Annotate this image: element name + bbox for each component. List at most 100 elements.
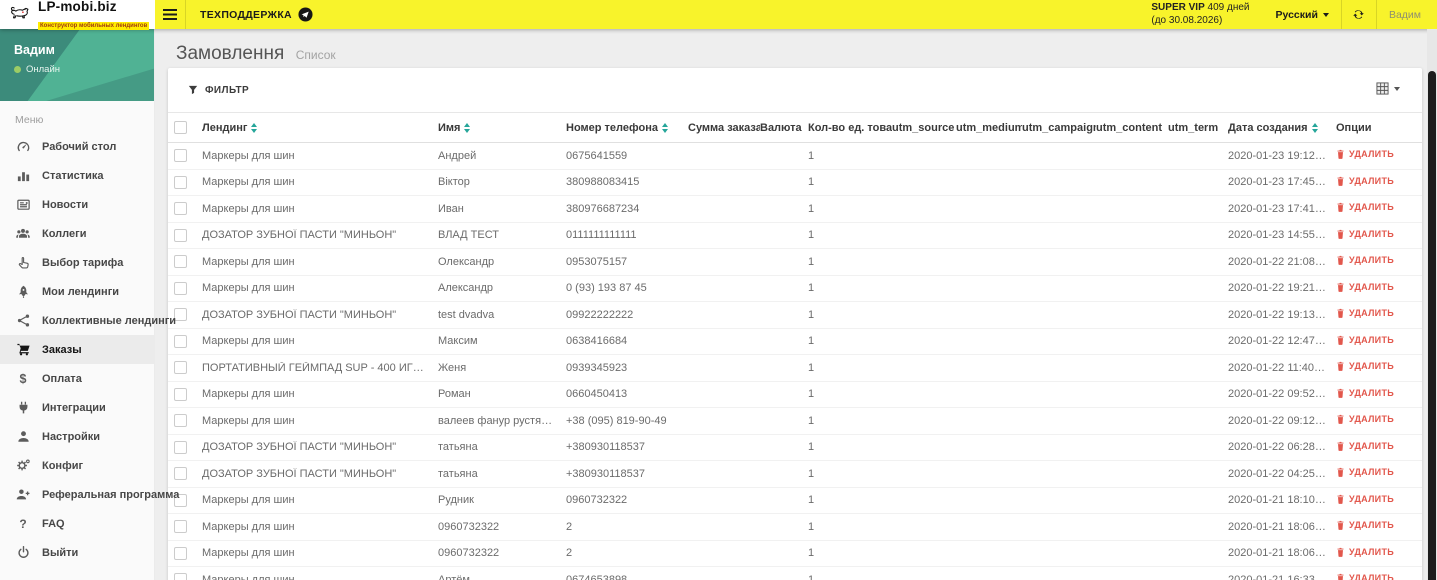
filter-button[interactable]: ФИЛЬТР xyxy=(188,85,249,96)
cell-created: 2020-01-22 04:25:31 xyxy=(1228,467,1331,480)
sidebar-item-faq[interactable]: ? FAQ xyxy=(0,509,154,538)
cell-phone: +38 (095) 819-90-49 xyxy=(566,414,667,427)
sidebar-item-referral[interactable]: Реферальная программа xyxy=(0,480,179,509)
logo[interactable]: LP-mobi.biz Конструктор мобильных лендин… xyxy=(0,0,155,30)
delete-button[interactable]: УДАЛИТЬ xyxy=(1336,441,1394,451)
sidebar-item-my-landings[interactable]: Мои лендинги xyxy=(0,277,154,306)
row-checkbox[interactable] xyxy=(174,175,187,189)
column-header-utm_source: utm_source xyxy=(892,121,955,134)
sidebar-item-stats[interactable]: Статистика xyxy=(0,161,154,190)
sidebar-item-dashboard[interactable]: Рабочий стол xyxy=(0,132,154,161)
sort-icon xyxy=(661,122,668,133)
cell-landing: ДОЗАТОР ЗУБНОЇ ПАСТИ "МИНЬОН" xyxy=(202,229,397,242)
delete-button[interactable]: УДАЛИТЬ xyxy=(1336,547,1394,557)
delete-button[interactable]: УДАЛИТЬ xyxy=(1336,308,1394,318)
row-checkbox[interactable] xyxy=(174,440,187,454)
row-checkbox[interactable] xyxy=(174,520,187,534)
sidebar-item-settings[interactable]: Настройки xyxy=(0,422,154,451)
cell-name: Віктор xyxy=(438,176,470,189)
row-checkbox[interactable] xyxy=(174,573,187,580)
cell-name: test dvadva xyxy=(438,308,495,321)
cell-options: УДАЛИТЬ xyxy=(1336,229,1422,242)
row-checkbox[interactable] xyxy=(174,546,187,560)
cell-options: УДАЛИТЬ xyxy=(1336,308,1422,321)
delete-button[interactable]: УДАЛИТЬ xyxy=(1336,388,1394,398)
delete-button[interactable]: УДАЛИТЬ xyxy=(1336,229,1394,239)
row-checkbox[interactable] xyxy=(174,149,187,163)
logo-dog-icon xyxy=(8,2,32,27)
plan-days: 409 дней xyxy=(1207,2,1250,13)
cell-created: 2020-01-21 16:33:42 xyxy=(1228,573,1331,580)
topbar: LP-mobi.biz Конструктор мобильных лендин… xyxy=(0,0,1437,30)
sidebar-item-orders[interactable]: Заказы xyxy=(0,335,154,364)
dashboard-icon xyxy=(15,139,31,155)
support-button[interactable]: ТЕХПОДДЕРЖКА xyxy=(186,0,327,29)
cell-name: Роман xyxy=(438,388,471,401)
orders-card: ФИЛЬТР Лендинг Имя Номер телефона Сумма зак… xyxy=(168,68,1422,580)
cell-landing: ДОЗАТОР ЗУБНОЇ ПАСТИ "МИНЬОН" xyxy=(202,467,397,480)
delete-button[interactable]: УДАЛИТЬ xyxy=(1336,494,1394,504)
delete-button[interactable]: УДАЛИТЬ xyxy=(1336,255,1394,265)
cell-landing: Маркеры для шин xyxy=(202,573,295,580)
row-checkbox[interactable] xyxy=(174,361,187,375)
delete-button[interactable]: УДАЛИТЬ xyxy=(1336,282,1394,292)
page-scrollbar[interactable] xyxy=(1428,71,1436,580)
cell-landing: ДОЗАТОР ЗУБНОЇ ПАСТИ "МИНЬОН" xyxy=(202,441,397,454)
sidebar-item-config[interactable]: Конфиг xyxy=(0,451,154,480)
sidebar-toggle-button[interactable] xyxy=(155,0,185,29)
row-checkbox[interactable] xyxy=(174,467,187,481)
delete-button[interactable]: УДАЛИТЬ xyxy=(1336,520,1394,530)
filter-icon xyxy=(188,85,198,95)
language-selector[interactable]: Русский xyxy=(1264,0,1341,29)
table-row: Маркеры для шин Олександр 0953075157 1 2020-… xyxy=(168,249,1422,276)
table-row: Маркеры для шин 0960732322 2 1 2020-01-21 18… xyxy=(168,541,1422,567)
cell-qty: 1 xyxy=(808,282,815,295)
row-checkbox[interactable] xyxy=(174,414,187,428)
sidebar-item-news[interactable]: Новости xyxy=(0,190,154,219)
column-header-phone[interactable]: Номер телефона xyxy=(566,122,688,134)
delete-button[interactable]: УДАЛИТЬ xyxy=(1336,414,1394,424)
cell-created: 2020-01-22 09:12:28 xyxy=(1228,414,1331,427)
delete-button[interactable]: УДАЛИТЬ xyxy=(1336,335,1394,345)
delete-button[interactable]: УДАЛИТЬ xyxy=(1336,573,1394,580)
row-checkbox[interactable] xyxy=(174,387,187,401)
sidebar-item-payment[interactable]: $ Оплата xyxy=(0,364,154,393)
row-checkbox[interactable] xyxy=(174,334,187,348)
sidebar-item-tariff[interactable]: Выбор тарифа xyxy=(0,248,154,277)
plan-until: (до 30.08.2026) xyxy=(1151,14,1223,26)
row-checkbox[interactable] xyxy=(174,255,187,269)
table-header: Лендинг Имя Номер телефона Сумма заказа Валю… xyxy=(168,112,1422,143)
cell-name: Иван xyxy=(438,202,464,215)
sidebar-item-integrations[interactable]: Интеграции xyxy=(0,393,154,422)
cell-created: 2020-01-22 09:52:15 xyxy=(1228,388,1331,401)
select-all-checkbox[interactable] xyxy=(174,121,187,134)
colleagues-icon xyxy=(15,226,31,242)
logout-icon xyxy=(15,545,31,561)
delete-button[interactable]: УДАЛИТЬ xyxy=(1336,176,1394,186)
row-checkbox[interactable] xyxy=(174,202,187,216)
page-title: Замовлення xyxy=(176,43,285,64)
sidebar-item-logout[interactable]: Выйти xyxy=(0,538,154,567)
delete-button[interactable]: УДАЛИТЬ xyxy=(1336,202,1394,212)
delete-button[interactable]: УДАЛИТЬ xyxy=(1336,361,1394,371)
delete-button[interactable]: УДАЛИТЬ xyxy=(1336,149,1394,159)
config-icon xyxy=(15,458,31,474)
cell-phone: 0960732322 xyxy=(566,494,628,507)
row-checkbox[interactable] xyxy=(174,281,187,295)
cell-created: 2020-01-21 18:06:50 xyxy=(1228,520,1331,533)
referral-icon xyxy=(15,487,31,503)
column-header-name[interactable]: Имя xyxy=(438,122,566,134)
sidebar-item-collective-landings[interactable]: Коллективные лендинги xyxy=(0,306,176,335)
column-header-created[interactable]: Дата создания xyxy=(1228,122,1336,134)
delete-button[interactable]: УДАЛИТЬ xyxy=(1336,467,1394,477)
row-checkbox[interactable] xyxy=(174,228,187,242)
topbar-username[interactable]: Вадим xyxy=(1377,0,1437,29)
refresh-button[interactable] xyxy=(1342,0,1376,29)
column-settings-button[interactable] xyxy=(1376,82,1400,95)
cell-qty: 1 xyxy=(808,202,815,215)
logo-title: LP-mobi.biz xyxy=(38,0,117,14)
collective-landings-icon xyxy=(15,313,31,329)
column-header-landing[interactable]: Лендинг xyxy=(202,122,438,134)
table-row: Маркеры для шин Александр 0 (93) 193 87 45… xyxy=(168,276,1422,302)
sidebar-item-colleagues[interactable]: Коллеги xyxy=(0,219,154,248)
